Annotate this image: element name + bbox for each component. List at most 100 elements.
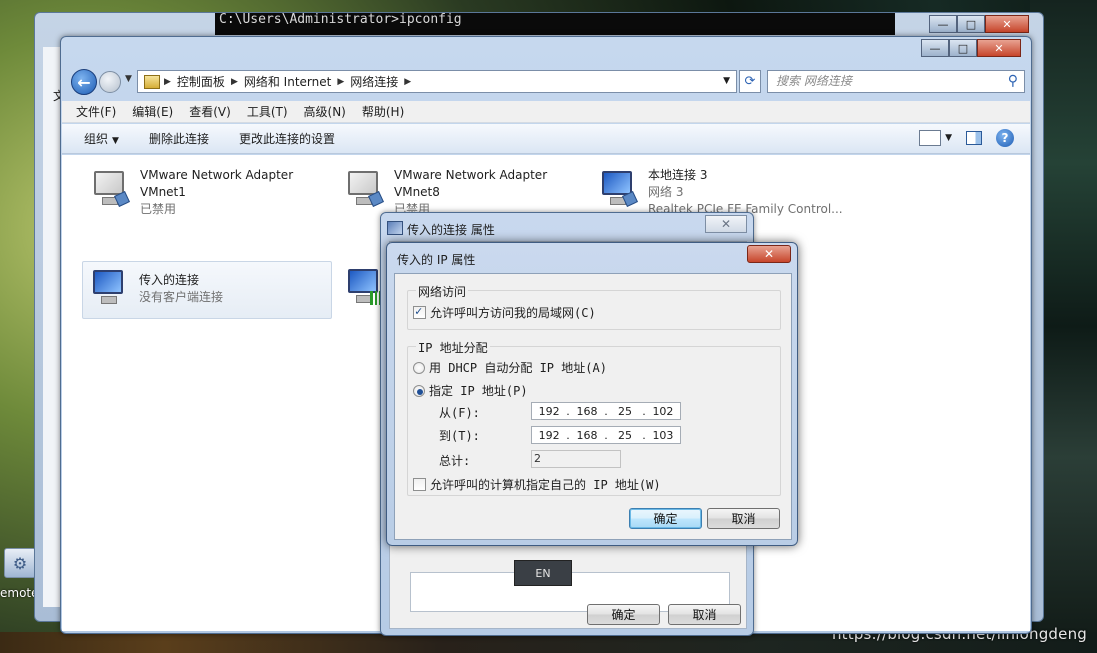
control-panel-icon: [144, 74, 160, 89]
console-maximize-button[interactable]: □: [957, 15, 985, 33]
ok-button[interactable]: 确定: [629, 508, 702, 529]
help-icon[interactable]: ?: [996, 129, 1014, 147]
checkbox-label: 允许呼叫的计算机指定自己的 IP 地址(W): [430, 478, 661, 492]
from-label: 从(F):: [439, 406, 480, 420]
maximize-button[interactable]: □: [949, 39, 977, 57]
organize-button[interactable]: 组织 ▼: [84, 130, 119, 147]
chevron-down-icon: ▼: [112, 136, 119, 146]
menu-advanced[interactable]: 高级(N): [304, 103, 346, 120]
menu-bar: 文件(F) 编辑(E) 查看(V) 工具(T) 高级(N) 帮助(H): [62, 101, 1030, 123]
connection-status: 已禁用: [140, 202, 177, 216]
incoming-connection-icon: [89, 268, 129, 308]
menu-help[interactable]: 帮助(H): [362, 103, 404, 120]
network-adapter-icon: [344, 169, 384, 209]
address-dropdown-icon[interactable]: ▼: [723, 76, 730, 86]
menu-view[interactable]: 查看(V): [189, 103, 231, 120]
forward-icon[interactable]: [99, 71, 121, 93]
breadcrumb-control-panel[interactable]: 控制面板: [177, 73, 225, 90]
dialog-title: 传入的连接 属性: [407, 223, 495, 237]
menu-edit[interactable]: 编辑(E): [132, 103, 173, 120]
chevron-down-icon[interactable]: ▼: [945, 133, 952, 143]
checkbox-icon[interactable]: [413, 478, 426, 491]
radio-icon[interactable]: [413, 384, 425, 397]
cancel-button[interactable]: 取消: [668, 604, 741, 625]
specify-ip-radio[interactable]: 指定 IP 地址(P): [413, 382, 528, 399]
chevron-right-icon[interactable]: ▶: [231, 77, 238, 87]
change-settings-button[interactable]: 更改此连接的设置: [239, 130, 335, 147]
console-controls: — □ ✕: [929, 15, 1029, 33]
radio-icon[interactable]: [413, 361, 425, 374]
chevron-right-icon[interactable]: ▶: [164, 77, 171, 87]
command-bar: 组织 ▼ 删除此连接 更改此连接的设置 ▼ ?: [62, 124, 1030, 154]
desktop-icon-label: emote: [0, 586, 39, 600]
dialog-body: 网络访问 允许呼叫方访问我的局域网(C) IP 地址分配 用 DHCP 自动分配…: [394, 273, 792, 540]
network-adapter-icon: [90, 169, 130, 209]
connection-network: 网络 3: [648, 185, 684, 199]
radio-label: 用 DHCP 自动分配 IP 地址(A): [429, 361, 607, 375]
chevron-right-icon[interactable]: ▶: [337, 77, 344, 87]
allow-own-ip-checkbox[interactable]: 允许呼叫的计算机指定自己的 IP 地址(W): [413, 476, 661, 493]
ip-octet[interactable]: 192: [532, 405, 566, 418]
allow-lan-checkbox[interactable]: 允许呼叫方访问我的局域网(C): [413, 304, 596, 321]
total-label: 总计:: [439, 454, 471, 468]
connection-name: 本地连接 3: [648, 168, 708, 182]
console-minimize-button[interactable]: —: [929, 15, 957, 33]
to-label: 到(T):: [439, 429, 480, 443]
checkbox-icon[interactable]: [413, 304, 426, 319]
menu-tools[interactable]: 工具(T): [247, 103, 288, 120]
connection-name: VMware Network Adapter: [140, 168, 294, 182]
explorer-window-controls: — □ ✕: [921, 39, 1021, 57]
organize-label: 组织: [84, 132, 109, 146]
language-bar[interactable]: EN: [514, 560, 572, 586]
group-title: IP 地址分配: [416, 339, 490, 356]
ip-octet[interactable]: 192: [532, 429, 566, 442]
search-placeholder: 搜索 网络连接: [776, 74, 852, 88]
cancel-button[interactable]: 取消: [707, 508, 780, 529]
connection-item-vmnet1[interactable]: VMware Network Adapter VMnet1 已禁用: [84, 163, 334, 221]
connection-item-incoming[interactable]: 传入的连接 没有客户端连接: [82, 261, 332, 319]
menu-file[interactable]: 文件(F): [76, 103, 116, 120]
connection-name: 传入的连接: [139, 273, 200, 287]
close-button[interactable]: ✕: [705, 215, 747, 233]
incoming-ip-properties-dialog[interactable]: 传入的 IP 属性 ✕ 网络访问 允许呼叫方访问我的局域网(C) IP 地址分配…: [386, 242, 798, 546]
search-input[interactable]: 搜索 网络连接 ⚲: [767, 70, 1025, 93]
to-ip-input[interactable]: 192. 168. 25. 103: [531, 426, 681, 444]
dialog-title: 传入的 IP 属性: [397, 253, 476, 267]
ok-button[interactable]: 确定: [587, 604, 660, 625]
console-text: C:\Users\Administrator>ipconfig: [215, 13, 895, 35]
from-ip-input[interactable]: 192. 168. 25. 102: [531, 402, 681, 420]
total-value: 2: [531, 450, 621, 468]
refresh-icon[interactable]: ⟳: [739, 70, 761, 93]
preview-pane-icon[interactable]: [966, 131, 982, 145]
ip-octet[interactable]: 168: [570, 405, 604, 418]
minimize-button[interactable]: —: [921, 39, 949, 57]
group-title: 网络访问: [416, 283, 469, 300]
connection-name: VMware Network Adapter: [394, 168, 548, 182]
close-button[interactable]: ✕: [977, 39, 1021, 57]
search-icon[interactable]: ⚲: [1008, 71, 1018, 92]
checkbox-label: 允许呼叫方访问我的局域网(C): [430, 306, 596, 320]
view-options-icon[interactable]: [919, 130, 942, 146]
navigation-bar: ← ▼ ▶ 控制面板 ▶ 网络和 Internet ▶ 网络连接 ▶ ▼ ⟳ 搜…: [67, 67, 1027, 97]
desktop-remote-icon[interactable]: ⚙: [4, 548, 36, 578]
ip-octet[interactable]: 25: [608, 405, 642, 418]
ip-octet[interactable]: 168: [570, 429, 604, 442]
ip-octet[interactable]: 102: [646, 405, 680, 418]
address-bar[interactable]: ▶ 控制面板 ▶ 网络和 Internet ▶ 网络连接 ▶ ▼: [137, 70, 737, 93]
chevron-right-icon[interactable]: ▶: [404, 77, 411, 87]
radio-label: 指定 IP 地址(P): [429, 384, 528, 398]
close-button[interactable]: ✕: [747, 245, 791, 263]
history-dropdown-icon[interactable]: ▼: [125, 74, 132, 84]
ip-octet[interactable]: 25: [608, 429, 642, 442]
dhcp-radio[interactable]: 用 DHCP 自动分配 IP 地址(A): [413, 359, 607, 376]
breadcrumb-network-connections[interactable]: 网络连接: [350, 73, 398, 90]
back-icon[interactable]: ←: [71, 69, 97, 95]
connection-network: VMnet1: [140, 185, 186, 199]
console-close-button[interactable]: ✕: [985, 15, 1029, 33]
network-icon: [387, 221, 403, 235]
delete-connection-button[interactable]: 删除此连接: [149, 130, 209, 147]
network-adapter-icon: [598, 169, 638, 209]
connection-status: 没有客户端连接: [139, 290, 224, 304]
ip-octet[interactable]: 103: [646, 429, 680, 442]
breadcrumb-network-internet[interactable]: 网络和 Internet: [244, 73, 331, 90]
